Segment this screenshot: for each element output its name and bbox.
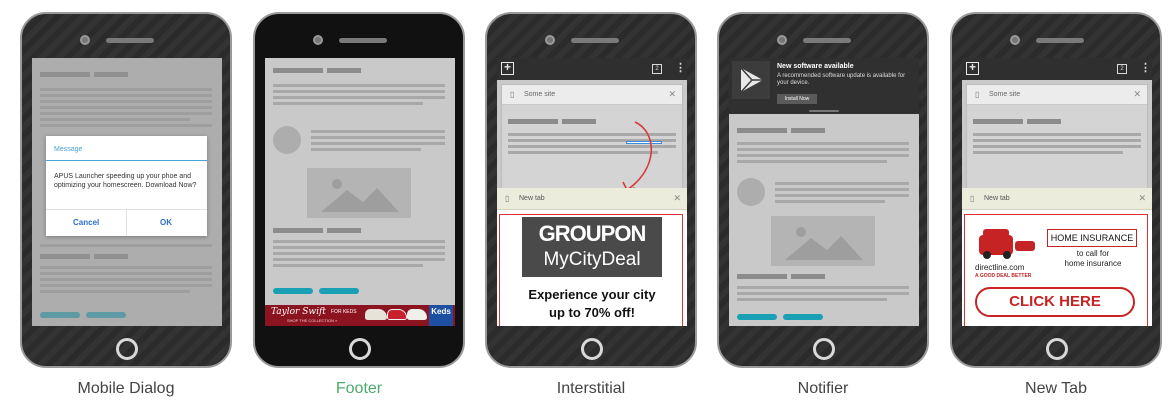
phone-screen: New software available A recommended sof…	[729, 58, 919, 326]
home-button[interactable]	[116, 338, 138, 360]
ad-brand: GROUPON	[538, 221, 647, 246]
play-store-icon	[732, 61, 770, 99]
brand-logo: Keds	[429, 305, 453, 326]
home-button[interactable]	[813, 338, 835, 360]
speaker-grill	[1036, 38, 1084, 43]
tab-title: Some site	[524, 91, 556, 98]
avatar-placeholder	[273, 126, 301, 154]
phone-label[interactable]: Mobile Dialog	[20, 380, 232, 398]
home-button[interactable]	[349, 338, 371, 360]
phone-label[interactable]: Footer	[253, 380, 465, 398]
new-tab-card[interactable]: ▯ New tab ✕ HOME INSURANCE to call for h…	[962, 188, 1152, 326]
menu-kebab-icon[interactable]: ⋮	[1140, 62, 1151, 75]
dialog-box: Message APUS Launcher speeding up your p…	[46, 136, 207, 236]
tab-count-icon[interactable]: 2	[1117, 64, 1127, 74]
image-placeholder-icon	[771, 216, 875, 266]
phone-frame: New software available A recommended sof…	[717, 12, 929, 368]
new-tab-card[interactable]: ▯ New tab ✕ GROUPON MyCityDeal Experienc…	[497, 188, 687, 326]
ok-button[interactable]: OK	[160, 218, 172, 227]
phone-frame: + 2 ⋮ ▯ Some site ✕ ▯ New tab ✕ GROUPON …	[485, 12, 697, 368]
dialog-title: Message	[54, 146, 83, 153]
avatar-placeholder	[737, 178, 765, 206]
document-icon: ▯	[970, 194, 975, 203]
new-tab-title: New tab	[984, 195, 1010, 202]
close-icon[interactable]: ✕	[1133, 89, 1141, 100]
phone-screen: + 2 ⋮ ▯ Some site ✕ ▯ New tab ✕ GROUPON …	[497, 58, 687, 326]
shoe-image	[365, 309, 387, 320]
ad-subtitle-1: to call for	[1076, 249, 1110, 258]
speaker-grill	[339, 38, 387, 43]
close-icon[interactable]: ✕	[1138, 193, 1146, 204]
home-button[interactable]	[581, 338, 603, 360]
dialog-message: APUS Launcher speeding up your phoe and …	[54, 173, 197, 189]
ad-title: HOME INSURANCE	[1047, 229, 1137, 247]
ad-subbrand: MyCityDeal	[543, 249, 641, 270]
tab-title: Some site	[989, 91, 1021, 98]
install-now-button[interactable]: Install Now	[777, 94, 817, 104]
phone-screen: Message APUS Launcher speeding up your p…	[32, 58, 222, 326]
groupon-logo: GROUPON MyCityDeal	[522, 217, 662, 277]
menu-kebab-icon[interactable]: ⋮	[675, 62, 686, 75]
speaker-grill	[106, 38, 154, 43]
phone-frame: Taylor Swift FOR KEDS SHOP THE COLLECTIO…	[253, 12, 465, 368]
new-tab-plus-icon[interactable]: +	[966, 61, 979, 75]
ad-tagline: A GOOD DEAL BETTER	[975, 273, 1032, 279]
camera-icon	[80, 35, 90, 45]
notification-body: A recommended software update is availab…	[777, 73, 906, 86]
browser-toolbar: + 2 ⋮	[497, 58, 687, 80]
browser-toolbar: + 2 ⋮	[962, 58, 1152, 80]
home-button[interactable]	[1046, 338, 1068, 360]
cancel-button[interactable]: Cancel	[73, 218, 99, 227]
footer-ad-banner[interactable]: Taylor Swift FOR KEDS SHOP THE COLLECTIO…	[265, 305, 455, 326]
ad-small-text: SHOP THE COLLECTION »	[287, 318, 338, 323]
phone-screen: + 2 ⋮ ▯ Some site ✕ ▯ New tab ✕ HOME INS…	[962, 58, 1152, 326]
document-icon: ▯	[510, 90, 515, 99]
tab-count-icon[interactable]: 2	[652, 64, 662, 74]
phone-label[interactable]: Interstitial	[485, 380, 697, 398]
document-icon: ▯	[975, 90, 980, 99]
ad-offer: up to 70% off!	[549, 305, 635, 320]
speaker-grill	[571, 38, 619, 43]
drag-handle[interactable]	[809, 110, 839, 112]
notification-title: New software available	[777, 63, 854, 70]
new-tab-title: New tab	[519, 195, 545, 202]
image-placeholder-icon	[307, 168, 411, 218]
camera-icon	[1010, 35, 1020, 45]
speaker-grill	[803, 38, 851, 43]
camera-icon	[777, 35, 787, 45]
red-phone-logo-icon	[979, 229, 1035, 259]
ad-subtitle-2: home insurance	[1064, 259, 1122, 268]
notification-banner[interactable]: New software available A recommended sof…	[729, 58, 919, 114]
phone-frame: + 2 ⋮ ▯ Some site ✕ ▯ New tab ✕ HOME INS…	[950, 12, 1162, 368]
shoe-image	[387, 309, 407, 320]
shoe-image	[407, 309, 427, 320]
ad-script-suffix: FOR KEDS	[331, 309, 357, 315]
ad-script-text: Taylor Swift	[271, 307, 326, 317]
new-tab-plus-icon[interactable]: +	[501, 61, 514, 75]
close-icon[interactable]: ✕	[668, 89, 676, 100]
phone-screen: Taylor Swift FOR KEDS SHOP THE COLLECTIO…	[265, 58, 455, 326]
new-tab-ad[interactable]: HOME INSURANCE to call for home insuranc…	[964, 214, 1148, 326]
phone-frame: Message APUS Launcher speeding up your p…	[20, 12, 232, 368]
phone-label[interactable]: Notifier	[717, 380, 929, 398]
camera-icon	[313, 35, 323, 45]
ad-brand: directline.com	[975, 263, 1025, 272]
interstitial-ad[interactable]: GROUPON MyCityDeal Experience your city …	[499, 214, 683, 326]
camera-icon	[545, 35, 555, 45]
click-here-button[interactable]: CLICK HERE	[975, 287, 1135, 317]
document-icon: ▯	[505, 194, 510, 203]
ad-headline: Experience your city	[528, 287, 656, 302]
phone-label[interactable]: New Tab	[950, 380, 1162, 398]
close-icon[interactable]: ✕	[673, 193, 681, 204]
